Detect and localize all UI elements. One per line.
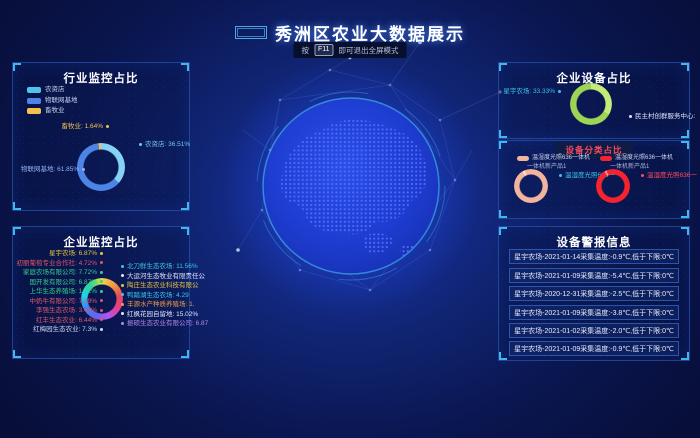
- chart-label: 温湿度光照636一: [641, 173, 697, 180]
- legend-swatch: [517, 156, 529, 161]
- chart-label: 初丽葡萄专业合作社: 4.72%: [16, 261, 103, 268]
- panel-device-category: 设备分类占比 温湿度光照636一体机 一体机新产品1 温湿度光照636一 温湿度…: [498, 140, 690, 219]
- chart-label: 振硕生态农业有限公司: 6.87: [121, 321, 208, 328]
- f11-key-badge: F11: [314, 44, 334, 56]
- category-donut-left[interactable]: [514, 169, 548, 203]
- chart-label: 李强生态农场: 3.43%: [36, 308, 103, 315]
- chart-label: 家庭农场有限公司: 7.72%: [23, 270, 103, 277]
- legend-item[interactable]: 物联网基地: [27, 98, 78, 105]
- legend-swatch: [27, 87, 41, 93]
- alarm-row: 星宇农场-2021-01-09采集温度:-3.8℃,低于下限:0℃: [509, 305, 679, 320]
- panel-alarm-info: 设备警报信息 星宇农场-2021-01-14采集温度:-0.9℃,低于下限:0℃…: [498, 226, 690, 361]
- panel-equipment-ratio: 企业设备占比 星宇农场: 33.33% 民主村创群服务中心:: [498, 62, 690, 139]
- chart-label: 物联网基地: 61.85%: [21, 167, 85, 174]
- logo-badge: [235, 26, 267, 39]
- legend-label: 农资店: [45, 87, 65, 94]
- legend-item[interactable]: 畜牧业: [27, 108, 78, 115]
- equipment-donut-chart[interactable]: [570, 83, 612, 125]
- chart-label: 上华生态养殖场: 1.72%: [29, 289, 103, 296]
- panel-enterprise-monitor: 企业监控占比 星宇农场: 6.87% 初丽葡萄专业合作社: 4.72% 家庭农场…: [12, 226, 190, 359]
- hint-prefix: 按: [301, 45, 309, 56]
- globe: [251, 86, 451, 286]
- alarm-row: 星宇农场-2021-01-02采集温度:-2.0℃,低于下限:0℃: [509, 323, 679, 338]
- chart-label: 丰源水产种质养殖场: 1.: [121, 302, 195, 309]
- chart-label: 星宇农场: 33.33%: [503, 89, 561, 96]
- fullscreen-hint: 按 F11 即可退出全屏模式: [293, 42, 406, 58]
- chart-label: 畜牧业: 1.64%: [61, 124, 109, 131]
- chart-label: 民主村创群服务中心:: [629, 114, 695, 121]
- legend-label: 物联网基地: [45, 98, 78, 105]
- alarm-row: 星宇农场-2021-01-09采集温度:-5.4℃,低于下限:0℃: [509, 268, 679, 283]
- panel-industry-monitor: 行业监控占比 农资店 物联网基地 畜牧业 畜牧业: 1.64% 农资店: 36.…: [12, 62, 190, 211]
- panel-alarms-title: 设备警报信息: [499, 234, 689, 250]
- chart-label: 北刀鲜生态农场: 11.56%: [121, 264, 198, 271]
- legend-label: 畜牧业: [45, 108, 65, 115]
- chart-label: 星宇农场: 6.87%: [49, 251, 103, 258]
- legend-swatch: [27, 98, 41, 104]
- legend-label: 温湿度光照636一体机: [532, 155, 590, 161]
- chart-label: 红丰生态农业: 6.44%: [36, 318, 103, 325]
- legend-swatch: [27, 108, 41, 114]
- chart-label: 陶庄生态农业科技有限公: [121, 283, 199, 290]
- legend-item[interactable]: 温湿度光照636一体机: [600, 155, 673, 161]
- chart-label: 鸭踏湖生态农场: 4.29: [121, 293, 189, 300]
- chart-label: 中奶牛有限公司: 7.29%: [29, 299, 103, 306]
- legend-item[interactable]: 农资店: [27, 87, 78, 94]
- industry-legend: 农资店 物联网基地 畜牧业: [27, 87, 78, 119]
- hint-suffix: 即可退出全屏模式: [339, 45, 399, 56]
- alarm-row: 星宇农场-2021-01-14采集温度:-0.9℃,低于下限:0℃: [509, 249, 679, 264]
- chart-label: 红枫花园自留地: 15.02%: [121, 312, 198, 319]
- chart-label: 红梅园生态农业: 7.3%: [33, 327, 103, 334]
- chart-label: 大运河生态牧业有限责任公: [121, 274, 205, 281]
- chart-label: 农资店: 36.51%: [139, 142, 190, 149]
- legend-swatch: [600, 156, 612, 161]
- legend-label: 温湿度光照636一体机: [615, 155, 673, 161]
- panel-industry-title: 行业监控占比: [13, 70, 189, 86]
- category-donut-right[interactable]: [596, 169, 630, 203]
- chart-label: 国开发有限公司: 6.87%: [29, 280, 103, 287]
- alarm-row: 星宇农场-2021-01-09采集温度:-0.9℃,低于下限:0℃: [509, 341, 679, 356]
- panel-enterprise-title: 企业监控占比: [13, 234, 189, 250]
- alarm-row: 星宇农场-2020-12-31采集温度:-2.5℃,低于下限:0℃: [509, 286, 679, 301]
- legend-item[interactable]: 温湿度光照636一体机: [517, 155, 590, 161]
